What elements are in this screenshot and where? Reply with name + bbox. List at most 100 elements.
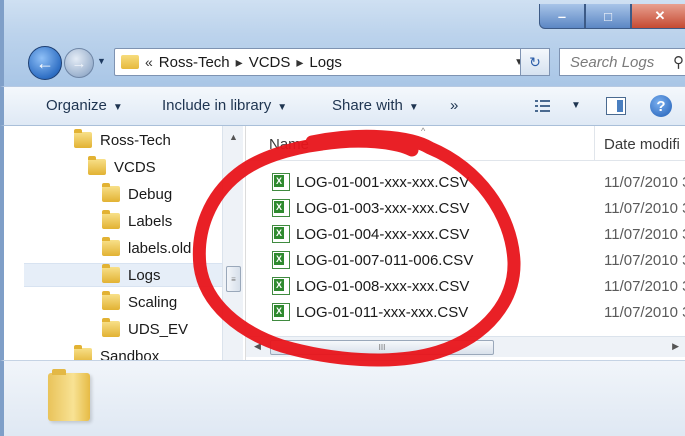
tree-item-label: Labels bbox=[128, 212, 173, 230]
tree-item-ross-tech[interactable]: Ross-Tech bbox=[74, 128, 171, 152]
tree-item-vcds[interactable]: VCDS bbox=[88, 155, 156, 179]
column-divider[interactable] bbox=[594, 126, 595, 160]
file-name: LOG-01-001-xxx-xxx.CSV bbox=[296, 174, 470, 191]
change-view-icon[interactable] bbox=[534, 98, 552, 114]
tree-item-sandbox[interactable]: Sandbox bbox=[74, 344, 159, 360]
file-row[interactable]: LOG-01-007-011-006.CSV 11/07/2010 3 bbox=[246, 248, 685, 274]
sort-ascending-icon: ^ bbox=[421, 126, 426, 136]
refresh-icon: ↻ bbox=[529, 53, 541, 70]
breadcrumb-separator[interactable]: ▸ bbox=[236, 54, 243, 71]
tree-item-uds-ev[interactable]: UDS_EV bbox=[102, 317, 188, 341]
column-date-modified[interactable]: Date modifi bbox=[604, 136, 680, 153]
tree-item-label: Ross-Tech bbox=[100, 131, 171, 149]
share-with-menu[interactable]: Share with ▼ bbox=[332, 97, 419, 114]
breadcrumb-separator[interactable]: ▸ bbox=[296, 54, 303, 71]
tree-item-labels-old[interactable]: labels.old bbox=[102, 236, 191, 260]
folder-icon bbox=[74, 345, 92, 360]
csv-file-icon bbox=[272, 199, 290, 217]
file-row[interactable]: LOG-01-003-xxx-xxx.CSV 11/07/2010 3 bbox=[246, 196, 685, 222]
navigation-scrollbar[interactable]: ▲ ≡ bbox=[222, 126, 243, 360]
address-bar[interactable]: « Ross-Tech ▸ VCDS ▸ Logs ▼ bbox=[114, 48, 549, 76]
refresh-button[interactable]: ↻ bbox=[520, 48, 550, 76]
details-pane bbox=[0, 360, 685, 436]
file-date: 11/07/2010 3 bbox=[604, 252, 685, 269]
large-folder-icon bbox=[48, 369, 90, 421]
caption-buttons: ‒ □ ✕ bbox=[539, 4, 685, 29]
scroll-up-icon[interactable]: ▲ bbox=[229, 132, 238, 142]
scroll-right-icon[interactable]: ▶ bbox=[672, 341, 679, 352]
explorer-window: ‒ □ ✕ ← → ▼ « Ross-Tech ▸ VCDS ▸ Logs ▼ … bbox=[0, 0, 685, 436]
file-name: LOG-01-007-011-006.CSV bbox=[296, 252, 474, 269]
file-row[interactable]: LOG-01-001-xxx-xxx.CSV 11/07/2010 3 bbox=[246, 170, 685, 196]
folder-icon bbox=[102, 237, 120, 256]
organize-label: Organize bbox=[46, 97, 107, 114]
tree-item-debug[interactable]: Debug bbox=[102, 182, 172, 206]
organize-menu[interactable]: Organize ▼ bbox=[46, 97, 123, 114]
folder-icon bbox=[102, 210, 120, 229]
folder-icon bbox=[102, 318, 120, 337]
file-date: 11/07/2010 3 bbox=[604, 278, 685, 295]
file-row[interactable]: LOG-01-008-xxx-xxx.CSV 11/07/2010 3 bbox=[246, 274, 685, 300]
file-row[interactable]: LOG-01-011-xxx-xxx.CSV 11/07/2010 3 bbox=[246, 300, 685, 326]
help-icon[interactable]: ? bbox=[650, 95, 672, 117]
file-name: LOG-01-003-xxx-xxx.CSV bbox=[296, 200, 470, 217]
dropdown-arrow-icon: ▼ bbox=[277, 102, 288, 113]
scrollbar-thumb[interactable]: III bbox=[270, 340, 494, 355]
column-name[interactable]: Name bbox=[269, 136, 309, 153]
tree-item-label: UDS_EV bbox=[128, 320, 189, 338]
file-date: 11/07/2010 3 bbox=[604, 226, 685, 243]
tree-item-label: Debug bbox=[128, 185, 173, 203]
include-in-library-menu[interactable]: Include in library ▼ bbox=[162, 97, 287, 114]
minimize-button[interactable]: ‒ bbox=[539, 4, 585, 29]
tree-item-label: Logs bbox=[128, 266, 161, 284]
breadcrumb-vcds[interactable]: VCDS bbox=[249, 54, 291, 71]
tree-item-labels[interactable]: Labels bbox=[102, 209, 172, 233]
scroll-left-icon[interactable]: ◀ bbox=[254, 341, 261, 352]
file-name: LOG-01-004-xxx-xxx.CSV bbox=[296, 226, 470, 243]
breadcrumb-logs[interactable]: Logs bbox=[309, 54, 342, 71]
tree-item-logs[interactable]: Logs bbox=[24, 263, 226, 287]
preview-pane-icon[interactable] bbox=[606, 97, 626, 115]
search-icon[interactable]: ⚲ bbox=[673, 53, 684, 71]
horizontal-scrollbar[interactable]: ◀ III ▶ bbox=[246, 336, 685, 357]
more-commands-button[interactable]: » bbox=[450, 97, 458, 114]
file-row[interactable]: LOG-01-004-xxx-xxx.CSV 11/07/2010 3 bbox=[246, 222, 685, 248]
title-bar: ‒ □ ✕ ← → ▼ « Ross-Tech ▸ VCDS ▸ Logs ▼ … bbox=[0, 0, 685, 86]
file-list: Name ^ Date modifi LOG-01-001-xxx-xxx.CS… bbox=[246, 126, 685, 360]
forward-button[interactable]: → bbox=[64, 48, 94, 78]
tree-item-scaling[interactable]: Scaling bbox=[102, 290, 177, 314]
file-date: 11/07/2010 3 bbox=[604, 200, 685, 217]
folder-icon bbox=[102, 264, 120, 283]
command-bar: Organize ▼ Include in library ▼ Share with… bbox=[0, 86, 685, 126]
tree-item-label: labels.old bbox=[128, 239, 192, 257]
file-name: LOG-01-008-xxx-xxx.CSV bbox=[296, 278, 470, 295]
csv-file-icon bbox=[272, 173, 290, 191]
csv-file-icon bbox=[272, 225, 290, 243]
include-in-library-label: Include in library bbox=[162, 97, 272, 114]
folder-icon bbox=[121, 55, 139, 69]
forward-arrow-icon: → bbox=[71, 54, 87, 72]
file-date: 11/07/2010 3 bbox=[604, 174, 685, 191]
folder-icon bbox=[102, 183, 120, 202]
csv-file-icon bbox=[272, 277, 290, 295]
search-box[interactable]: Search Logs ⚲ bbox=[559, 48, 685, 76]
view-dropdown[interactable]: ▼ bbox=[571, 100, 581, 111]
csv-file-icon bbox=[272, 303, 290, 321]
tree-item-label: VCDS bbox=[114, 158, 156, 176]
search-input[interactable]: Search Logs bbox=[570, 54, 654, 71]
back-arrow-icon: ← bbox=[36, 52, 54, 73]
overflow-chevron[interactable]: « bbox=[145, 54, 153, 70]
dropdown-arrow-icon: ▼ bbox=[112, 102, 123, 113]
csv-file-icon bbox=[272, 251, 290, 269]
maximize-button[interactable]: □ bbox=[585, 4, 631, 29]
tree-item-label: Sandbox bbox=[100, 347, 160, 361]
recent-pages-dropdown[interactable]: ▼ bbox=[97, 56, 106, 66]
scrollbar-thumb[interactable]: ≡ bbox=[226, 266, 241, 292]
back-button[interactable]: ← bbox=[28, 46, 62, 80]
tree-item-label: Scaling bbox=[128, 293, 178, 311]
file-name: LOG-01-011-xxx-xxx.CSV bbox=[296, 304, 469, 321]
breadcrumb-ross-tech[interactable]: Ross-Tech bbox=[159, 54, 230, 71]
file-date: 11/07/2010 3 bbox=[604, 304, 685, 321]
close-button[interactable]: ✕ bbox=[631, 4, 685, 29]
column-header: Name ^ Date modifi bbox=[246, 126, 685, 161]
